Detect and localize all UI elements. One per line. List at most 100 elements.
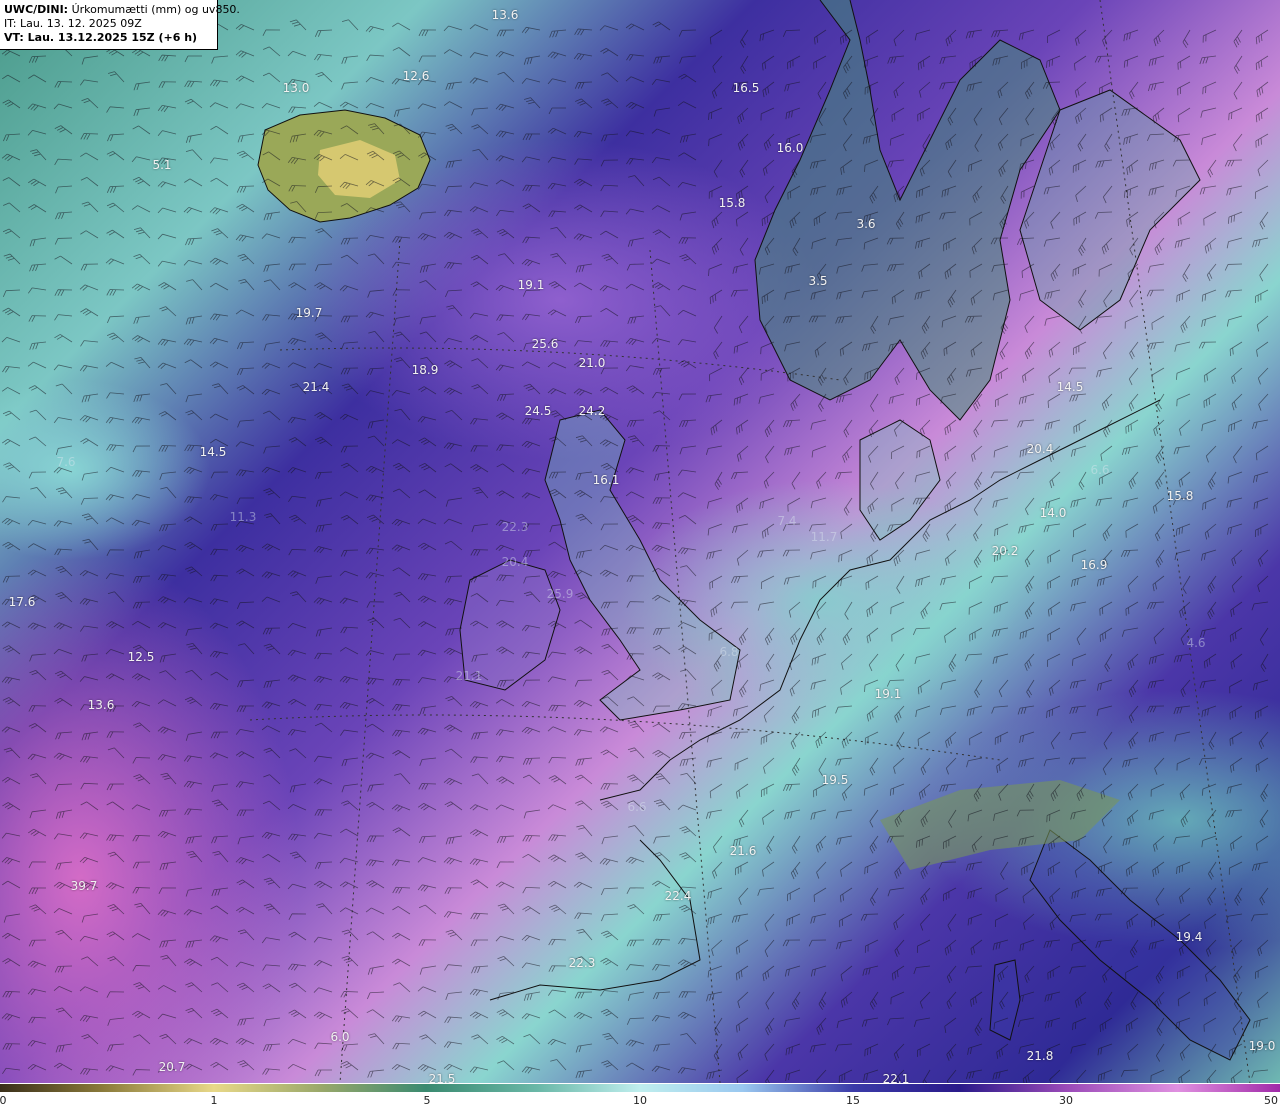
wind-barb <box>1201 289 1217 302</box>
wind-barb <box>1255 107 1269 123</box>
wind-barb <box>600 340 619 348</box>
wind-barb <box>939 783 957 792</box>
wind-barb <box>235 544 255 553</box>
wind-barb <box>366 547 385 555</box>
wind-barb <box>1255 133 1269 148</box>
wind-barb <box>575 98 593 109</box>
wind-barb <box>2 228 21 239</box>
wind-barb <box>184 98 203 109</box>
wind-barb <box>81 393 99 403</box>
wind-barb <box>444 540 463 551</box>
wind-barb <box>132 176 151 187</box>
wind-barb <box>1121 627 1139 637</box>
wind-barb <box>470 939 488 947</box>
wind-barb <box>678 514 697 525</box>
wind-barb <box>53 752 73 760</box>
value-label: 21.6 <box>729 844 757 858</box>
wind-barb <box>367 617 385 629</box>
wind-barb <box>713 1043 723 1062</box>
wind-barb <box>262 627 281 635</box>
wind-barb <box>653 991 671 1000</box>
wind-barb <box>893 1043 905 1061</box>
wind-barb <box>922 1069 931 1083</box>
wind-barb <box>443 25 463 32</box>
wind-barb <box>1231 549 1243 567</box>
wind-barb <box>496 1035 515 1045</box>
wind-barb <box>418 939 437 946</box>
wind-barb <box>1225 289 1243 298</box>
wind-barb <box>1203 653 1217 669</box>
wind-barb <box>757 601 775 611</box>
wind-barb <box>1025 497 1035 516</box>
wind-barb <box>1047 601 1061 617</box>
wind-barb <box>211 799 229 811</box>
wind-barb <box>315 228 333 239</box>
wind-barb <box>864 861 879 875</box>
wind-barb <box>1044 315 1061 326</box>
wind-barb <box>210 1008 229 1019</box>
precipitation-map[interactable]: 13.6 13.0 12.6 5.1 16.5 16.0 15.8 3.6 3.5 19.7 19.… <box>0 0 1280 1083</box>
wind-barb <box>1227 523 1243 535</box>
wind-barb <box>759 497 775 510</box>
wind-barb <box>80 230 99 239</box>
wind-barb <box>288 1009 307 1019</box>
wind-barb <box>183 1063 203 1071</box>
wind-barb <box>865 29 879 45</box>
wind-barb <box>547 309 567 317</box>
wind-barb <box>209 935 229 943</box>
value-label: 13.6 <box>491 8 519 22</box>
wind-barb <box>55 731 73 740</box>
wind-barb <box>1073 523 1087 538</box>
wind-barb <box>365 572 385 579</box>
wind-barb <box>28 315 47 322</box>
wind-barb <box>573 233 593 241</box>
wind-barb <box>1259 627 1269 646</box>
wind-barb <box>1017 705 1035 715</box>
wind-barb <box>1023 913 1035 930</box>
wind-barb <box>3 133 21 142</box>
wind-barb <box>969 575 983 589</box>
wind-barb <box>261 103 281 109</box>
wind-barb <box>626 419 645 427</box>
wind-barb <box>915 575 931 587</box>
wind-barb <box>1076 1069 1087 1083</box>
wind-barb <box>1176 861 1191 875</box>
wind-barb <box>653 913 671 922</box>
wind-barb <box>185 669 203 681</box>
wind-barb <box>738 367 749 386</box>
wind-barb <box>235 781 255 788</box>
wind-barb <box>263 488 281 499</box>
wind-barb <box>445 289 463 298</box>
wind-barb <box>521 468 541 475</box>
wind-barb <box>235 728 255 735</box>
wind-barb <box>1024 965 1035 983</box>
wind-barb <box>813 55 827 70</box>
wind-barb <box>1252 1017 1269 1029</box>
wind-barb <box>160 772 177 785</box>
wind-barb <box>1120 549 1139 557</box>
wind-barb <box>236 620 255 629</box>
wind-barb <box>2 99 21 109</box>
wind-barb <box>679 254 697 265</box>
wind-barb <box>1233 81 1243 100</box>
wind-barb <box>2 575 21 583</box>
wind-barb <box>730 289 749 297</box>
wind-barb <box>735 211 749 227</box>
wind-barb <box>469 829 489 837</box>
wind-barb <box>392 827 411 837</box>
wind-barb <box>470 254 489 265</box>
wind-barb <box>653 410 671 421</box>
wind-barb <box>625 491 645 499</box>
wind-barb <box>1069 393 1087 402</box>
wind-barb <box>80 263 99 271</box>
wind-barb <box>470 912 489 920</box>
wind-barb <box>573 729 593 736</box>
wind-barb <box>1 726 21 733</box>
wind-barb <box>1230 1069 1243 1083</box>
wind-barb <box>185 393 203 403</box>
wind-barb <box>210 905 229 915</box>
value-label: 14.0 <box>1039 506 1067 520</box>
wind-barb <box>678 937 697 945</box>
wind-barb <box>653 471 671 481</box>
wind-barb <box>339 702 359 710</box>
